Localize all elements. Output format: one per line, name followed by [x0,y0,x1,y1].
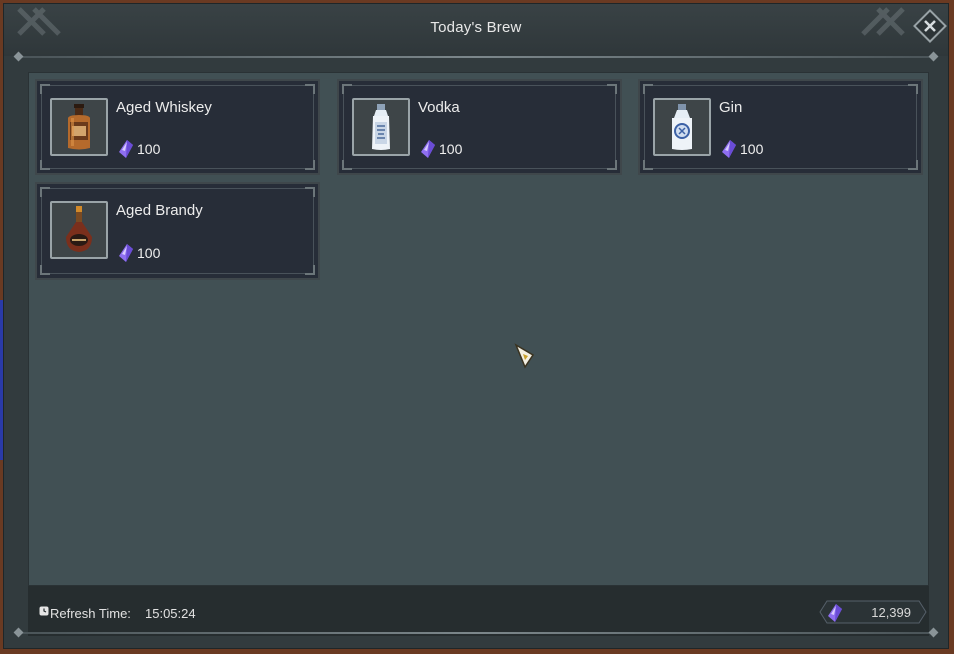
purple-crystal-icon [421,140,435,158]
currency-display: 12,399 [819,600,927,624]
card-corner [305,265,315,275]
refresh-time-label: Refresh Time: [50,606,131,621]
card-corner [643,84,653,94]
card-corner [305,187,315,197]
card-corner [607,160,617,170]
card-corner [40,187,50,197]
todays-brew-window: Today's Brew Aged Whiskey 100 Vodka 100 … [3,3,949,649]
item-list-panel: Aged Whiskey 100 Vodka 100 Gin 100 Aged … [28,72,929,586]
card-corner [908,84,918,94]
card-corner [607,84,617,94]
item-price: 100 [137,141,161,157]
item-name: Aged Brandy [116,202,203,219]
currency-amount: 12,399 [871,605,911,620]
window-title: Today's Brew [430,19,522,36]
card-corner [40,160,50,170]
purple-crystal-icon [722,140,736,158]
card-corner [40,265,50,275]
purple-crystal-icon [119,140,133,158]
card-corner [40,84,50,94]
card-corner [643,160,653,170]
clock-icon [39,606,49,616]
card-corner [908,160,918,170]
whiskey-bottle-icon [68,104,90,150]
brandy-bottle-icon [66,206,92,252]
item-price: 100 [740,141,764,157]
title-bar: Today's Brew [4,4,948,56]
item-card-aged-whiskey[interactable]: Aged Whiskey 100 [35,79,320,175]
item-icon-frame [653,98,711,156]
card-corner [342,84,352,94]
item-icon-frame [50,201,108,259]
vodka-bottle-icon [372,104,390,150]
item-name: Vodka [418,99,460,116]
bottom-divider [18,632,934,634]
item-name: Aged Whiskey [116,99,212,116]
mouse-cursor-icon [514,343,535,369]
item-card-gin[interactable]: Gin 100 [638,79,923,175]
card-corner [305,160,315,170]
item-price: 100 [439,141,463,157]
item-icon-frame [352,98,410,156]
item-card-aged-brandy[interactable]: Aged Brandy 100 [35,182,320,280]
item-name: Gin [719,99,743,116]
footer-bar: Refresh Time: 15:05:24 12,399 [28,586,929,636]
card-corner [305,84,315,94]
gin-bottle-icon [672,104,692,150]
item-card-vodka[interactable]: Vodka 100 [337,79,622,175]
title-divider [18,56,934,58]
refresh-time-value: 15:05:24 [145,606,196,621]
close-icon [924,20,936,32]
purple-crystal-icon [119,244,133,262]
item-icon-frame [50,98,108,156]
item-price: 100 [137,245,161,261]
card-corner [342,160,352,170]
purple-crystal-icon [828,604,842,622]
